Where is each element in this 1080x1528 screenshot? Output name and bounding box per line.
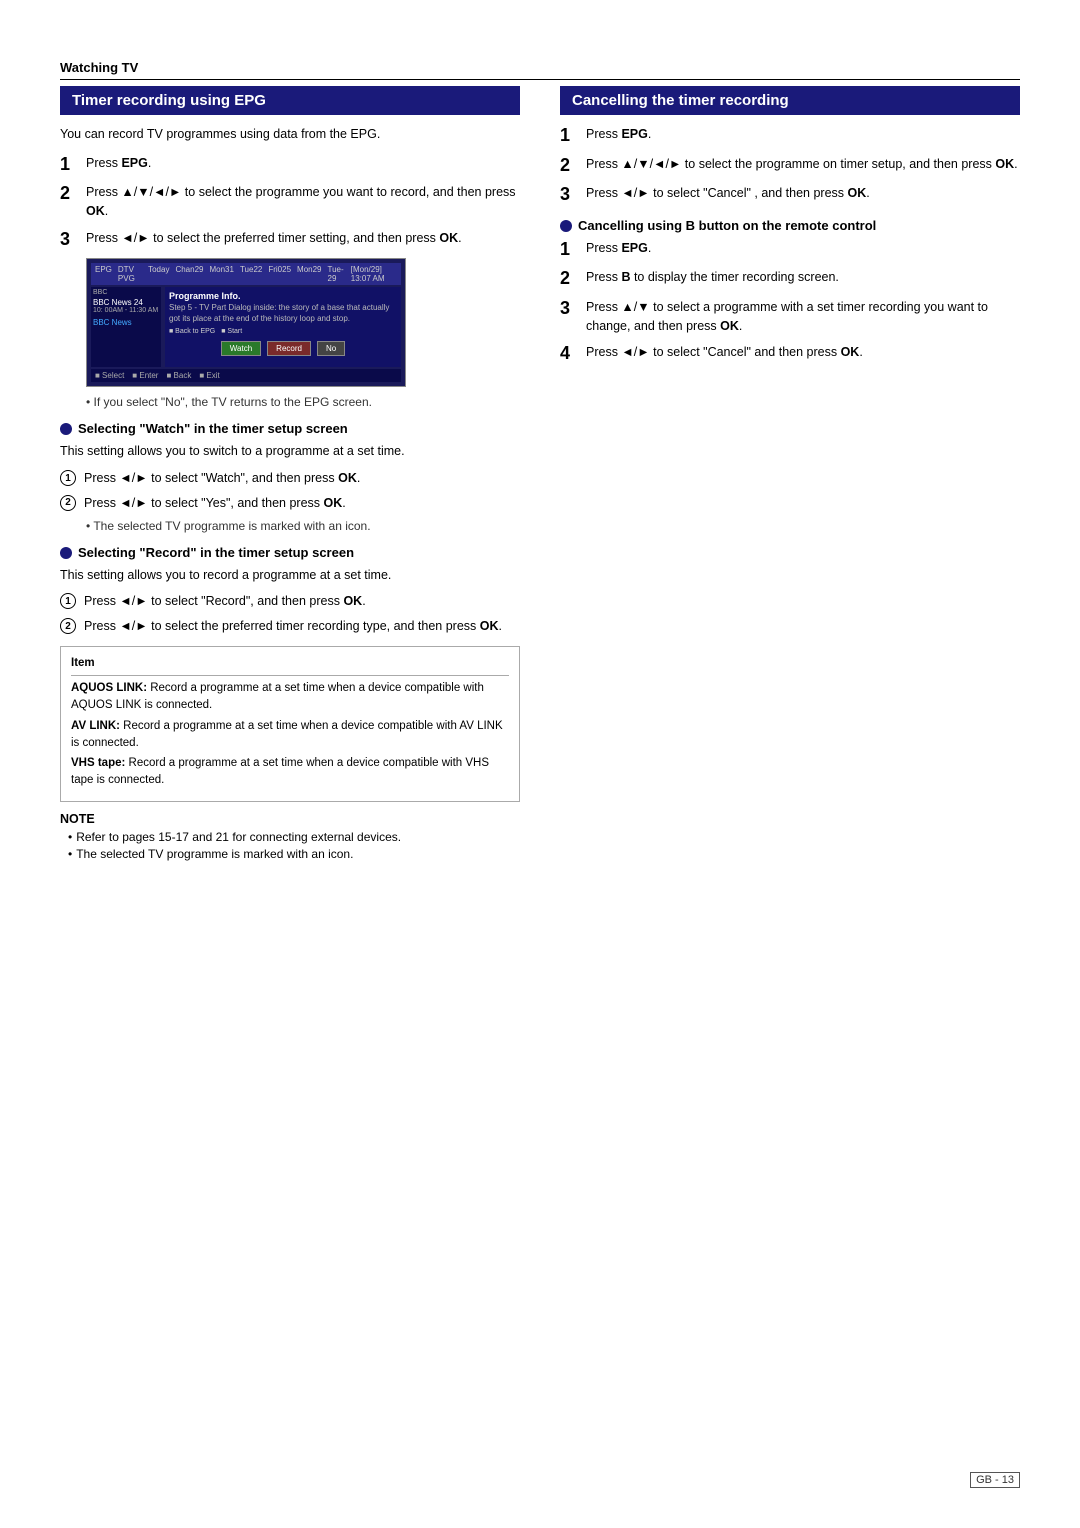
b-button-section-header: Cancelling using B button on the remote … [560,218,1020,233]
record-section-header: Selecting "Record" in the timer setup sc… [60,545,520,560]
b-step-3: 3 Press ▲/▼ to select a programme with a… [560,298,1020,336]
watch-step-2-text: Press ◄/► to select "Yes", and then pres… [84,494,520,513]
record-step-2-num: 2 [60,618,76,634]
note-section: NOTE Refer to pages 15-17 and 21 for con… [60,812,520,861]
b-step-1-num: 1 [560,239,578,261]
note-bullet-1: Refer to pages 15-17 and 21 for connecti… [68,830,520,844]
record-step-2-text: Press ◄/► to select the preferred timer … [84,617,520,636]
watch-icon-note: The selected TV programme is marked with… [86,519,520,533]
record-bullet-circle [60,547,72,559]
page: Watching TV Timer recording using EPG Yo… [0,0,1080,1528]
b-step-2-text: Press B to display the timer recording s… [586,268,1020,287]
right-step-1-text: Press EPG. [586,125,1020,144]
watch-step-1: 1 Press ◄/► to select "Watch", and then … [60,469,520,488]
b-step-1: 1 Press EPG. [560,239,1020,261]
step-1: 1 Press EPG. [60,154,520,176]
item-vhs-tape: VHS tape: Record a programme at a set ti… [71,755,509,790]
b-step-4: 4 Press ◄/► to select "Cancel" and then … [560,343,1020,365]
watch-step-1-num: 1 [60,470,76,486]
record-step-2: 2 Press ◄/► to select the preferred time… [60,617,520,636]
right-step-3-num: 3 [560,184,578,206]
right-section-title: Cancelling the timer recording [560,86,1020,115]
epg-if-no-note: If you select "No", the TV returns to th… [86,395,520,409]
item-aquos-link: AQUOS LINK: Record a programme at a set … [71,680,509,715]
record-step-1-text: Press ◄/► to select "Record", and then p… [84,592,520,611]
page-num-badge: GB - 13 [970,1472,1020,1488]
watching-tv-label: Watching TV [60,60,1020,80]
right-step-3-text: Press ◄/► to select "Cancel" , and then … [586,184,1020,203]
right-step-1-num: 1 [560,125,578,147]
right-step-2: 2 Press ▲/▼/◄/► to select the programme … [560,155,1020,177]
right-step-3: 3 Press ◄/► to select "Cancel" , and the… [560,184,1020,206]
watch-step-1-text: Press ◄/► to select "Watch", and then pr… [84,469,520,488]
record-step-1-num: 1 [60,593,76,609]
left-column: Timer recording using EPG You can record… [60,86,520,864]
step-2-text: Press ▲/▼/◄/► to select the programme yo… [86,183,520,221]
step-1-text: Press EPG. [86,154,520,173]
b-button-section-title: Cancelling using B button on the remote … [578,218,876,233]
note-bullet-2: The selected TV programme is marked with… [68,847,520,861]
right-step-2-text: Press ▲/▼/◄/► to select the programme on… [586,155,1020,174]
record-section-title: Selecting "Record" in the timer setup sc… [78,545,354,560]
step-2: 2 Press ▲/▼/◄/► to select the programme … [60,183,520,221]
record-step-1: 1 Press ◄/► to select "Record", and then… [60,592,520,611]
b-step-3-num: 3 [560,298,578,320]
right-column: Cancelling the timer recording 1 Press E… [560,86,1020,864]
watch-step-2: 2 Press ◄/► to select "Yes", and then pr… [60,494,520,513]
watch-step-2-num: 2 [60,495,76,511]
b-step-3-text: Press ▲/▼ to select a programme with a s… [586,298,1020,336]
left-intro: You can record TV programmes using data … [60,125,520,144]
b-step-2: 2 Press B to display the timer recording… [560,268,1020,290]
record-intro: This setting allows you to record a prog… [60,566,520,585]
page-number: GB - 13 [970,1472,1020,1488]
right-step-1: 1 Press EPG. [560,125,1020,147]
right-step-2-num: 2 [560,155,578,177]
watch-intro: This setting allows you to switch to a p… [60,442,520,461]
step-3: 3 Press ◄/► to select the preferred time… [60,229,520,251]
watch-section-title: Selecting "Watch" in the timer setup scr… [78,421,348,436]
step-2-num: 2 [60,183,78,205]
item-av-link: AV LINK: Record a programme at a set tim… [71,718,509,753]
item-box: Item AQUOS LINK: Record a programme at a… [60,646,520,802]
step-1-num: 1 [60,154,78,176]
epg-screen-mockup: EPG DTV PVG Today Chan29 Mon31 Tue22 Fri… [86,258,406,387]
b-step-1-text: Press EPG. [586,239,1020,258]
watch-bullet-circle [60,423,72,435]
watch-section-header: Selecting "Watch" in the timer setup scr… [60,421,520,436]
b-button-bullet-circle [560,220,572,232]
note-title: NOTE [60,812,520,826]
b-step-4-num: 4 [560,343,578,365]
step-3-num: 3 [60,229,78,251]
step-3-text: Press ◄/► to select the preferred timer … [86,229,520,248]
item-box-title: Item [71,655,509,676]
b-step-2-num: 2 [560,268,578,290]
b-step-4-text: Press ◄/► to select "Cancel" and then pr… [586,343,1020,362]
left-section-title: Timer recording using EPG [60,86,520,115]
